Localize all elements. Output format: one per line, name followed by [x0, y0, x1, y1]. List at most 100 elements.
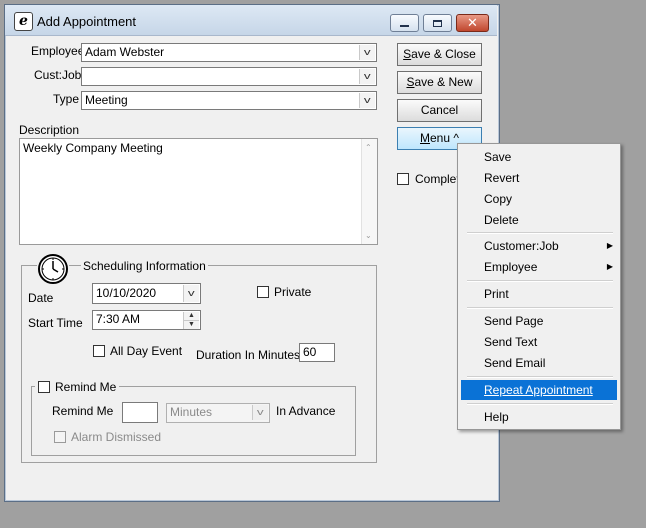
- submenu-arrow-icon: ▶: [606, 262, 613, 271]
- menu-item-help[interactable]: Help: [461, 407, 617, 427]
- save-new-button[interactable]: Save & New: [397, 71, 482, 94]
- custjob-dropdown-arrow[interactable]: v: [359, 69, 375, 84]
- cancel-label: Cancel: [420, 103, 459, 117]
- remind-unit-value: Minutes: [170, 405, 213, 419]
- type-dropdown-arrow[interactable]: v: [359, 93, 375, 108]
- menu-item-customer-job[interactable]: Customer:Job ▶: [461, 236, 617, 256]
- save-close-button[interactable]: Save & Close: [397, 43, 482, 66]
- start-time-spinner[interactable]: ▲ ▼: [183, 312, 199, 329]
- window-title: Add Appointment: [37, 14, 137, 29]
- menu-item-save[interactable]: Save: [461, 147, 617, 167]
- custjob-dropdown[interactable]: v: [81, 67, 377, 86]
- date-dropdown-arrow[interactable]: v: [183, 285, 199, 302]
- description-textarea[interactable]: Weekly Company Meeting ⌃ ⌄: [19, 138, 378, 245]
- custjob-label: Cust:Job: [34, 68, 82, 82]
- save-new-label: ave & New: [414, 75, 473, 89]
- start-time-field[interactable]: 7:30 AM ▲ ▼: [92, 310, 201, 330]
- save-close-mnemonic: S: [403, 47, 412, 61]
- menu-mnemonic: M: [420, 131, 430, 145]
- date-value: 10/10/2020: [96, 286, 157, 300]
- save-close-label: ave & Close: [411, 47, 476, 61]
- chevron-down-icon: v: [364, 95, 371, 105]
- menu-item-employee[interactable]: Employee ▶: [461, 257, 617, 277]
- start-time-value: 7:30 AM: [96, 312, 141, 326]
- scroll-down-icon: ⌄: [365, 231, 372, 240]
- minimize-button[interactable]: [390, 14, 419, 32]
- alarm-dismissed-checkbox[interactable]: [54, 431, 66, 443]
- private-label: Private: [274, 285, 312, 299]
- menu-item-copy[interactable]: Copy: [461, 189, 617, 209]
- menu-item-label: Customer:Job: [484, 239, 559, 253]
- spin-up-icon[interactable]: ▲: [184, 312, 199, 321]
- menu-separator: [467, 403, 613, 405]
- remind-unit-dropdown[interactable]: Minutes v: [166, 403, 270, 423]
- menu-item-label: Send Text: [484, 335, 538, 349]
- menu-item-label: Send Page: [484, 314, 544, 328]
- date-label: Date: [28, 291, 54, 305]
- menu-item-delete[interactable]: Delete: [461, 210, 617, 230]
- menu-item-label: Save: [484, 150, 512, 164]
- menu-item-send-text[interactable]: Send Text: [461, 332, 617, 352]
- menu-separator: [467, 280, 613, 282]
- employee-label: Employee: [31, 44, 85, 58]
- all-day-checkbox[interactable]: [93, 345, 105, 357]
- type-value: Meeting: [85, 93, 128, 107]
- scheduling-header: Scheduling Information: [81, 259, 208, 273]
- menu-item-label: Delete: [484, 213, 519, 227]
- all-day-label: All Day Event: [110, 344, 183, 358]
- scroll-up-icon: ⌃: [365, 143, 372, 152]
- close-icon: ✕: [467, 15, 478, 30]
- menu-item-print[interactable]: Print: [461, 284, 617, 304]
- completed-checkbox[interactable]: [397, 173, 409, 185]
- remind-me-checkbox[interactable]: [38, 381, 50, 393]
- cancel-button[interactable]: Cancel: [397, 99, 482, 122]
- spin-down-icon[interactable]: ▼: [184, 321, 199, 329]
- clock-icon: [37, 253, 69, 285]
- type-label: Type: [53, 92, 80, 106]
- date-field[interactable]: 10/10/2020 v: [92, 283, 201, 304]
- menu-item-label: Revert: [484, 171, 520, 185]
- menu-label: enu ^: [430, 131, 459, 145]
- remind-amount-input[interactable]: [122, 402, 158, 423]
- remind-me-label: Remind Me: [52, 404, 114, 418]
- private-checkbox[interactable]: [257, 286, 269, 298]
- in-advance-label: In Advance: [276, 404, 336, 418]
- menu-separator: [467, 232, 613, 234]
- menu-item-send-email[interactable]: Send Email: [461, 353, 617, 373]
- chevron-down-icon: v: [257, 407, 264, 417]
- menu-item-label: Print: [484, 287, 509, 301]
- app-logo-icon: e: [14, 12, 33, 31]
- remind-header-label: Remind Me: [55, 380, 117, 394]
- close-button[interactable]: ✕: [456, 14, 489, 32]
- start-time-label: Start Time: [28, 316, 83, 330]
- description-scrollbar[interactable]: ⌃ ⌄: [361, 139, 377, 244]
- menu-item-revert[interactable]: Revert: [461, 168, 617, 188]
- menu-separator: [467, 307, 613, 309]
- menu-item-label: Copy: [484, 192, 513, 206]
- menu-item-send-page[interactable]: Send Page: [461, 311, 617, 331]
- menu-item-repeat-appointment[interactable]: Repeat Appointment: [461, 380, 617, 400]
- submenu-arrow-icon: ▶: [606, 241, 613, 250]
- chevron-down-icon: v: [188, 288, 195, 298]
- type-dropdown[interactable]: Meeting v: [81, 91, 377, 110]
- maximize-icon: [433, 19, 442, 27]
- employee-dropdown[interactable]: Adam Webster v: [81, 43, 377, 62]
- employee-value: Adam Webster: [85, 45, 165, 59]
- duration-input[interactable]: 60: [299, 343, 335, 362]
- duration-label: Duration In Minutes: [196, 348, 301, 362]
- maximize-button[interactable]: [423, 14, 452, 32]
- remind-unit-arrow[interactable]: v: [252, 405, 268, 420]
- menu-item-label: Repeat Appointment: [484, 383, 593, 397]
- chevron-down-icon: v: [364, 47, 371, 57]
- duration-value: 60: [303, 345, 317, 359]
- appointment-context-menu: Save Revert Copy Delete Customer:Job ▶ Em…: [457, 143, 621, 430]
- alarm-dismissed-label: Alarm Dismissed: [71, 430, 162, 444]
- remind-header: Remind Me: [35, 380, 120, 394]
- minimize-icon: [400, 25, 409, 27]
- employee-dropdown-arrow[interactable]: v: [359, 45, 375, 60]
- menu-separator: [467, 376, 613, 378]
- menu-item-label: Send Email: [484, 356, 546, 370]
- chevron-down-icon: v: [364, 71, 371, 81]
- description-text: Weekly Company Meeting: [23, 141, 163, 155]
- menu-item-label: Employee: [484, 260, 538, 274]
